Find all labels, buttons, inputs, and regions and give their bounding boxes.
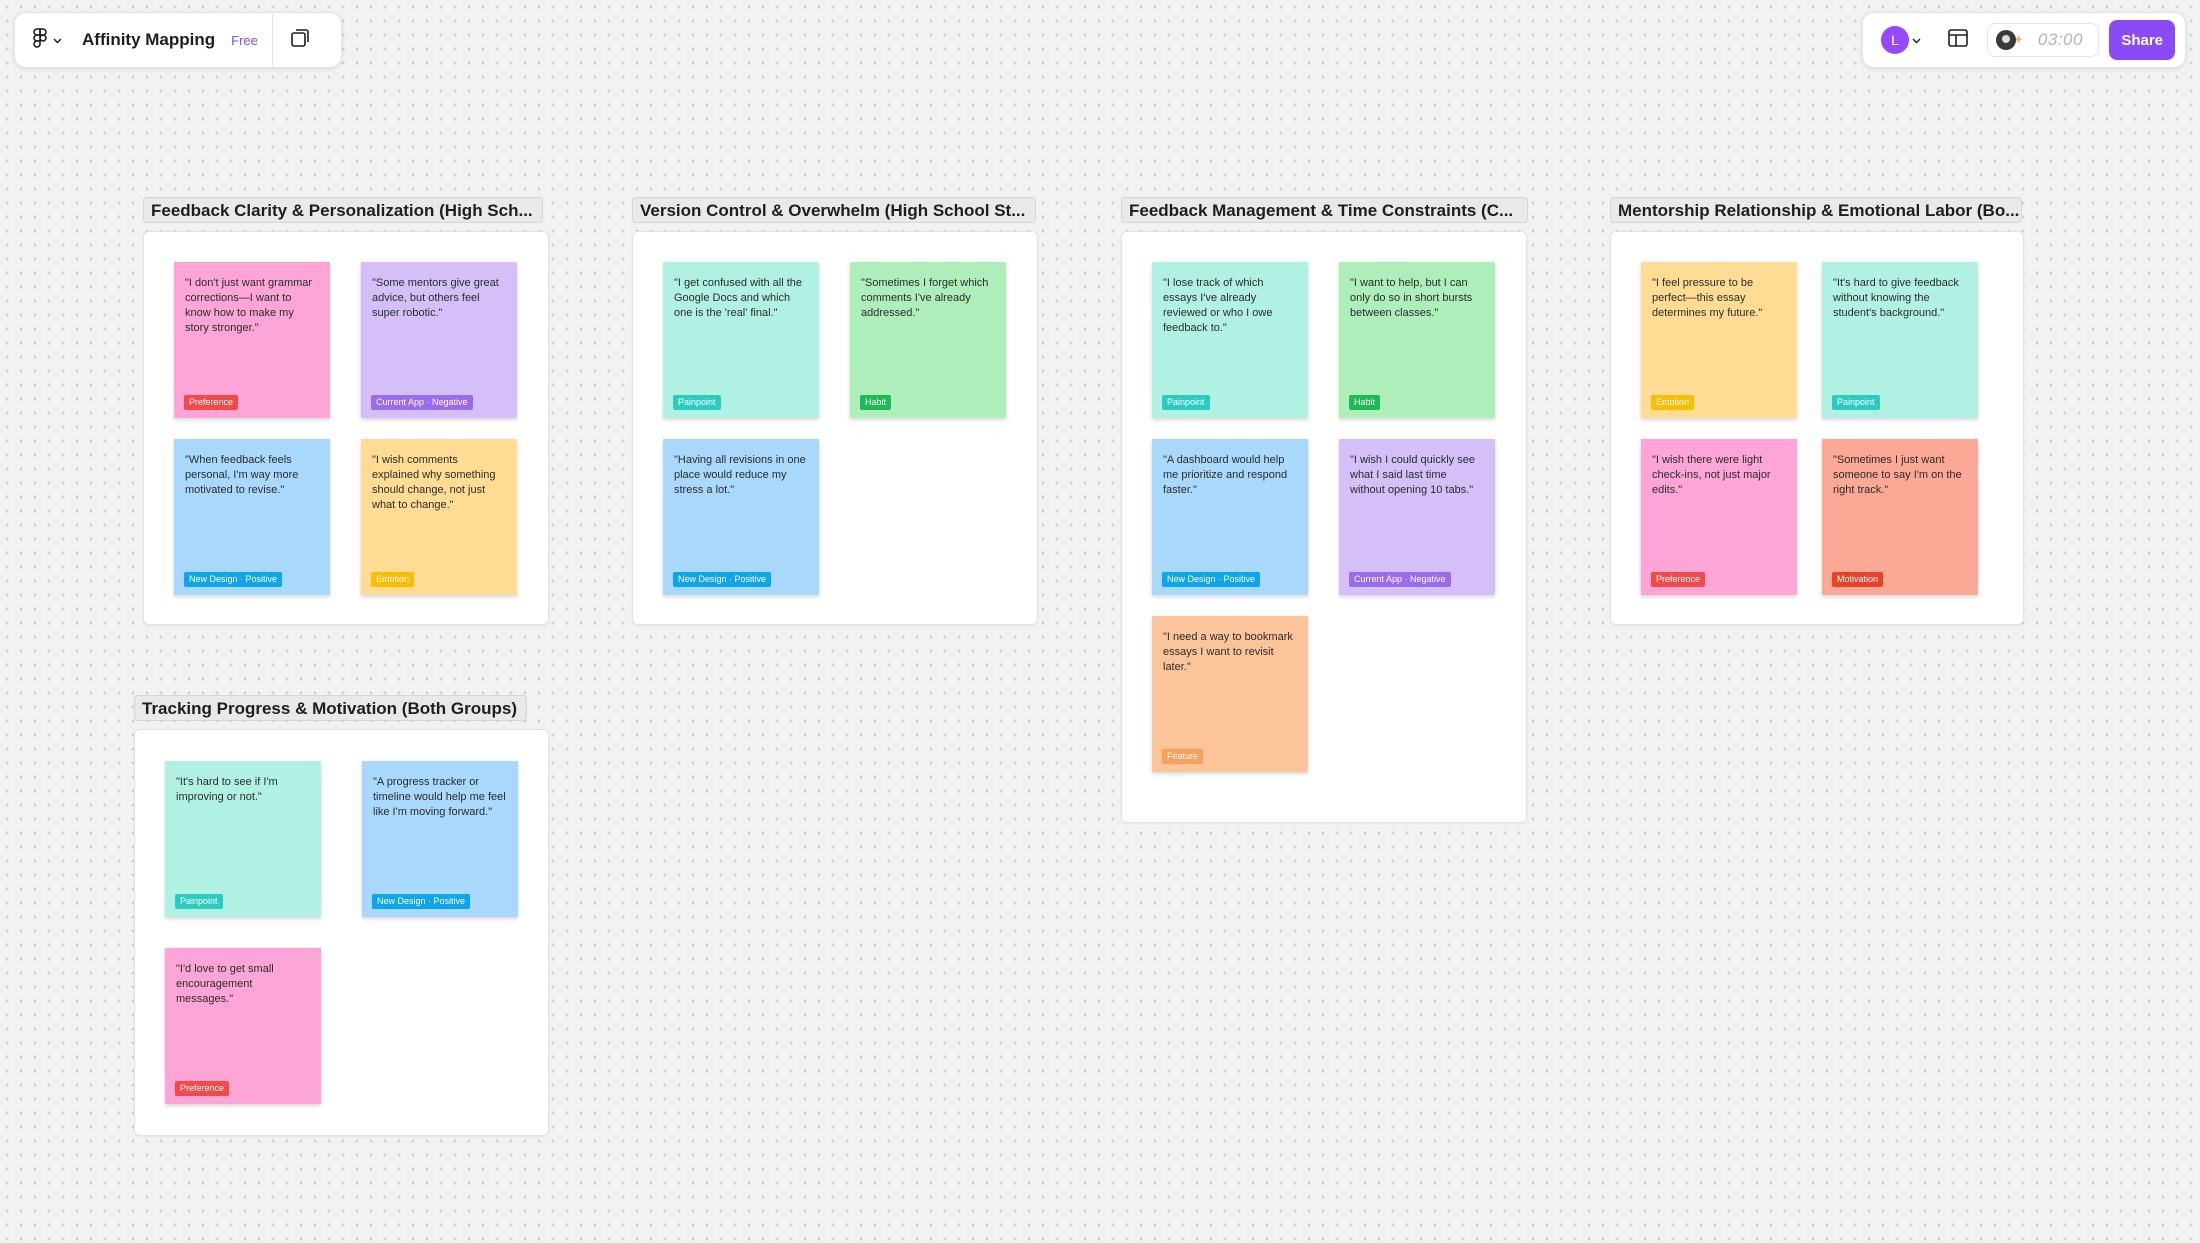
tag-emotion: Emotion	[1651, 395, 1695, 410]
tag-new-design-positive: New Design · Positive	[184, 572, 283, 587]
tag-new-design-positive: New Design · Positive	[1162, 572, 1261, 587]
user-menu[interactable]: L	[1881, 26, 1921, 54]
plan-badge[interactable]: Free	[231, 33, 258, 48]
sticky-note-text: "I don't just want grammar corrections—I…	[185, 277, 313, 334]
sticky-note[interactable]: "A dashboard would help me prioritize an…	[1152, 439, 1308, 595]
sticky-note[interactable]: "I wish there were light check-ins, not …	[1641, 439, 1797, 595]
sticky-note-text: "I wish I could quickly see what I said …	[1350, 454, 1475, 496]
sticky-note[interactable]: "Having all revisions in one place would…	[663, 439, 819, 595]
sticky-note-text: "A dashboard would help me prioritize an…	[1163, 454, 1288, 496]
tag-motivation: Motivation	[1832, 572, 1884, 587]
sticky-note-text: "When feedback feels personal, I'm way m…	[185, 454, 299, 496]
sticky-note[interactable]: "Sometimes I just want someone to say I'…	[1822, 439, 1978, 595]
section-mentorship[interactable]: "I feel pressure to be perfect—this essa…	[1610, 231, 2024, 625]
section-version-control[interactable]: "I get confused with all the Google Docs…	[632, 231, 1038, 625]
section-title[interactable]: Feedback Clarity & Personalization (High…	[143, 197, 543, 223]
layout-icon	[1947, 28, 1969, 53]
tag-feature: Feature	[1162, 749, 1204, 764]
sticky-note[interactable]: "I wish I could quickly see what I said …	[1339, 439, 1495, 595]
sticky-note-text: "I want to help, but I can only do so in…	[1350, 277, 1473, 319]
file-name[interactable]: Affinity Mapping	[82, 30, 215, 50]
tag-new-design-positive: New Design · Positive	[372, 894, 471, 909]
tag-preference: Preference	[1651, 572, 1706, 587]
sticky-note[interactable]: "I get confused with all the Google Docs…	[663, 262, 819, 418]
section-feedback-clarity[interactable]: "I don't just want grammar corrections—I…	[143, 231, 549, 625]
timer-widget[interactable]: ✦ 03:00	[1987, 23, 2100, 57]
sticky-note[interactable]: "I wish comments explained why something…	[361, 439, 517, 595]
toolbar-divider	[271, 12, 273, 68]
collab-toolbar: L ✦ 03:00 Share	[1862, 12, 2186, 68]
sticky-note[interactable]: "I feel pressure to be perfect—this essa…	[1641, 262, 1797, 418]
music-icon	[1996, 30, 2016, 50]
sticky-note[interactable]: "I need a way to bookmark essays I want …	[1152, 616, 1308, 772]
sticky-note[interactable]: "I'd love to get small encouragement mes…	[165, 948, 321, 1104]
sticky-note-text: "I lose track of which essays I've alrea…	[1163, 277, 1273, 334]
sticky-note-text: "I'd love to get small encouragement mes…	[176, 963, 274, 1005]
section-title[interactable]: Tracking Progress & Motivation (Both Gro…	[134, 695, 527, 721]
sticky-note-text: "I get confused with all the Google Docs…	[674, 277, 803, 319]
tag-painpoint: Painpoint	[1832, 395, 1880, 410]
sticky-note[interactable]: "I lose track of which essays I've alrea…	[1152, 262, 1308, 418]
sticky-note[interactable]: "I don't just want grammar corrections—I…	[174, 262, 330, 418]
sticky-note[interactable]: "Some mentors give great advice, but oth…	[361, 262, 517, 418]
sticky-note-text: "Some mentors give great advice, but oth…	[372, 277, 499, 319]
sticky-note-text: "A progress tracker or timeline would he…	[373, 776, 506, 818]
sticky-note-text: "I feel pressure to be perfect—this essa…	[1652, 277, 1763, 319]
sticky-note-text: "It's hard to see if I'm improving or no…	[176, 776, 278, 803]
section-tracking-progress[interactable]: "It's hard to see if I'm improving or no…	[134, 729, 549, 1136]
file-toolbar: Affinity Mapping Free	[14, 12, 342, 68]
share-button[interactable]: Share	[2109, 20, 2175, 60]
sticky-note[interactable]: "I want to help, but I can only do so in…	[1339, 262, 1495, 418]
tag-painpoint: Painpoint	[673, 395, 721, 410]
timer-display: 03:00	[2037, 30, 2083, 49]
sticky-note[interactable]: "It's hard to see if I'm improving or no…	[165, 761, 321, 917]
sticky-note-text: "I wish comments explained why something…	[372, 454, 496, 511]
sticky-note[interactable]: "Sometimes I forget which comments I've …	[850, 262, 1006, 418]
sticky-note[interactable]: "When feedback feels personal, I'm way m…	[174, 439, 330, 595]
section-feedback-management[interactable]: "I lose track of which essays I've alrea…	[1121, 231, 1527, 823]
main-menu-button[interactable]	[33, 27, 62, 53]
sticky-note-text: "Sometimes I just want someone to say I'…	[1833, 454, 1962, 496]
section-title[interactable]: Version Control & Overwhelm (High School…	[632, 197, 1036, 223]
chevron-down-icon	[53, 31, 62, 49]
tag-painpoint: Painpoint	[1162, 395, 1210, 410]
sticky-note-text: "Having all revisions in one place would…	[674, 454, 806, 496]
sticky-note-text: "I need a way to bookmark essays I want …	[1163, 631, 1293, 673]
tag-painpoint: Painpoint	[175, 894, 223, 909]
tag-current-app-negative: Current App · Negative	[1349, 572, 1451, 587]
sticky-note-text: "It's hard to give feedback without know…	[1833, 277, 1959, 319]
tag-habit: Habit	[1349, 395, 1381, 410]
layout-toggle-button[interactable]	[1947, 28, 1969, 53]
section-title[interactable]: Mentorship Relationship & Emotional Labo…	[1610, 197, 2022, 223]
tag-current-app-negative: Current App · Negative	[371, 395, 473, 410]
section-title[interactable]: Feedback Management & Time Constraints (…	[1121, 197, 1528, 223]
pages-button[interactable]	[289, 27, 311, 54]
tag-preference: Preference	[184, 395, 239, 410]
tag-new-design-positive: New Design · Positive	[673, 572, 772, 587]
sticky-note[interactable]: "A progress tracker or timeline would he…	[362, 761, 518, 917]
pages-icon	[289, 27, 311, 54]
sticky-note[interactable]: "It's hard to give feedback without know…	[1822, 262, 1978, 418]
avatar[interactable]: L	[1881, 26, 1909, 54]
sticky-note-text: "I wish there were light check-ins, not …	[1652, 454, 1771, 496]
tag-habit: Habit	[860, 395, 892, 410]
sticky-note-text: "Sometimes I forget which comments I've …	[861, 277, 989, 319]
figma-logo-icon	[33, 27, 47, 53]
tag-preference: Preference	[175, 1081, 230, 1096]
chevron-down-icon	[1912, 31, 1921, 49]
tag-emotion: Emotion	[371, 572, 415, 587]
